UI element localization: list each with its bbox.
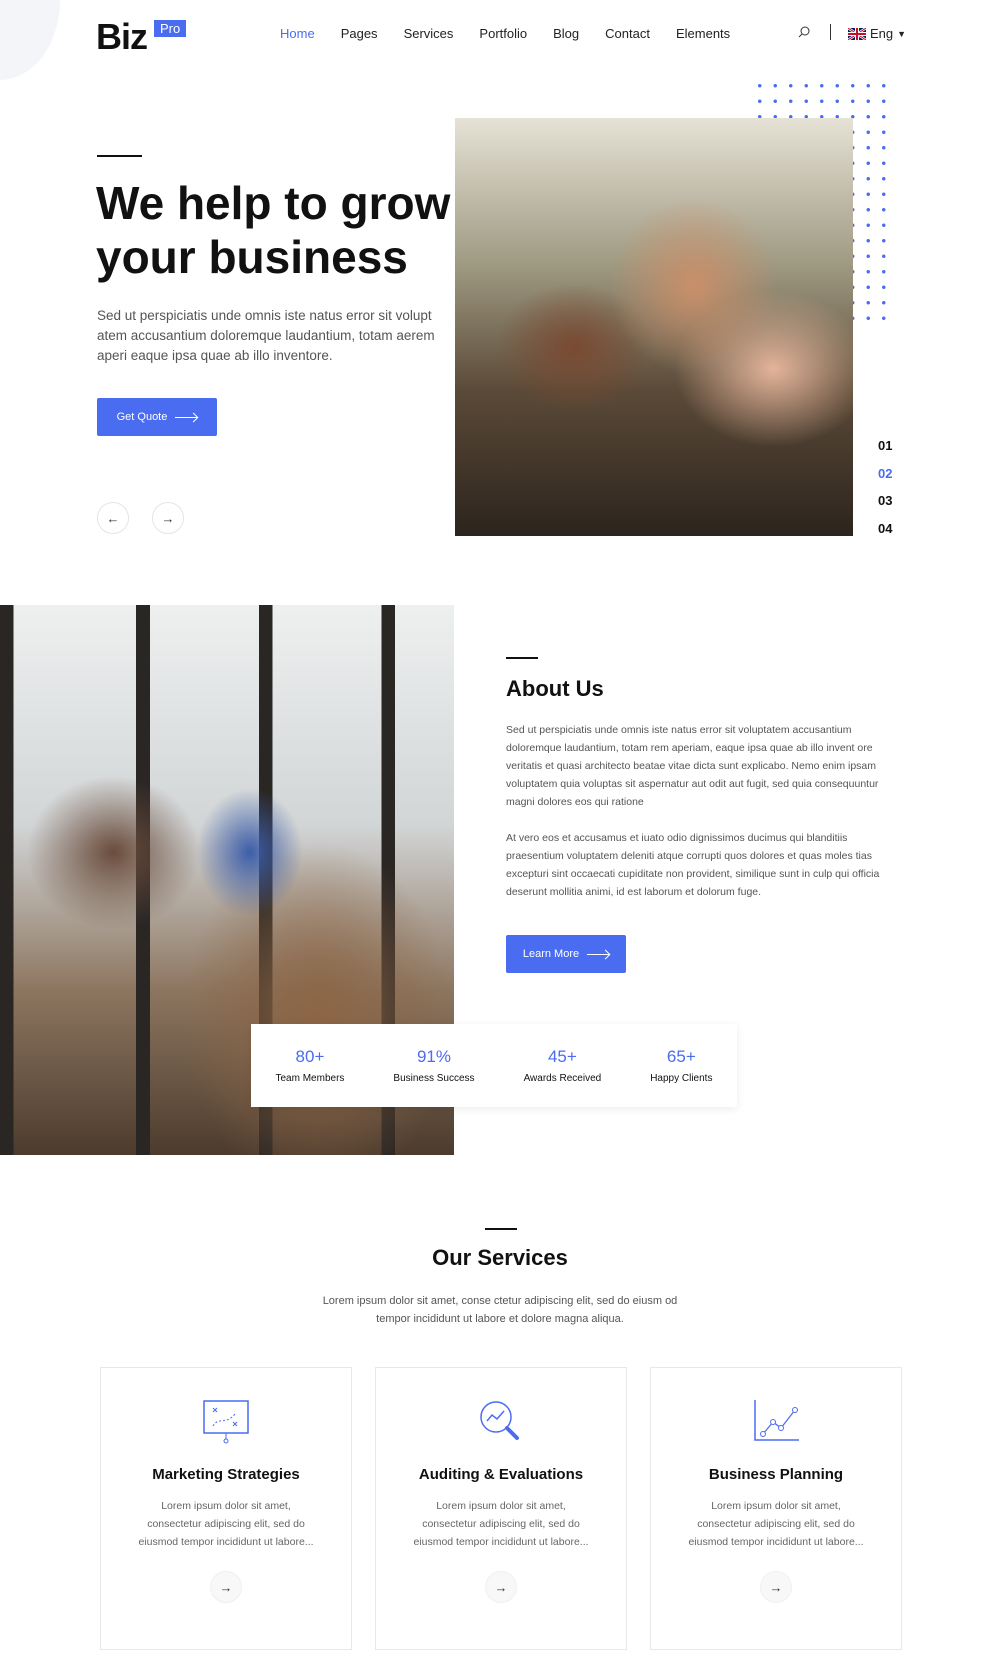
get-quote-button[interactable]: Get Quote bbox=[97, 398, 217, 436]
logo[interactable]: Biz bbox=[96, 16, 148, 58]
search-icon[interactable] bbox=[798, 26, 810, 38]
service-more-button[interactable]: → bbox=[760, 1571, 792, 1603]
service-title: Business Planning bbox=[708, 1466, 844, 1483]
nav-services[interactable]: Services bbox=[404, 26, 454, 41]
hero-text: Sed ut perspiciatis unde omnis iste natu… bbox=[97, 308, 435, 363]
nav-elements[interactable]: Elements bbox=[676, 26, 730, 41]
about-title: About Us bbox=[506, 676, 604, 701]
stat-label: Awards Received bbox=[523, 1073, 602, 1084]
button-label: Get Quote bbox=[116, 411, 168, 423]
divider bbox=[830, 24, 831, 40]
nav-pages[interactable]: Pages bbox=[341, 26, 378, 41]
prev-slide-button[interactable]: ← bbox=[97, 502, 129, 534]
stat-value: 91% bbox=[416, 1047, 451, 1066]
stat-item: 91% Business Success bbox=[393, 1047, 474, 1084]
pro-badge: Pro bbox=[154, 20, 187, 37]
nav-home[interactable]: Home bbox=[280, 26, 315, 41]
stat-label: Happy Clients bbox=[650, 1073, 713, 1084]
language-label: Eng bbox=[870, 26, 894, 41]
arrow-right-icon: → bbox=[161, 510, 175, 526]
service-title: Marketing Strategies bbox=[152, 1466, 300, 1483]
services-accent-line bbox=[485, 1228, 517, 1230]
hero-image bbox=[455, 118, 853, 536]
stat-item: 45+ Awards Received bbox=[524, 1047, 602, 1084]
language-selector[interactable]: Eng ▼ bbox=[848, 26, 906, 41]
uk-flag-icon bbox=[848, 27, 866, 40]
arrow-right-icon: → bbox=[769, 1579, 783, 1595]
service-card: Auditing & Evaluations Lorem ipsum dolor… bbox=[375, 1367, 627, 1650]
slide-04[interactable]: 04 bbox=[878, 521, 892, 536]
nav-portfolio[interactable]: Portfolio bbox=[479, 26, 527, 41]
service-text: Lorem ipsum dolor sit amet, consectetur … bbox=[413, 1500, 589, 1548]
service-card: Business Planning Lorem ipsum dolor sit … bbox=[650, 1367, 902, 1650]
service-text: Lorem ipsum dolor sit amet, consectetur … bbox=[688, 1500, 864, 1548]
main-nav: Home Pages Services Portfolio Blog Conta… bbox=[280, 26, 730, 41]
service-more-button[interactable]: → bbox=[485, 1571, 517, 1603]
stats-bar: 80+ Team Members 91% Business Success 45+ A… bbox=[251, 1024, 737, 1107]
stat-value: 65+ bbox=[666, 1047, 696, 1066]
slide-01[interactable]: 01 bbox=[878, 438, 892, 453]
arrow-right-icon: → bbox=[494, 1579, 508, 1595]
stat-value: 45+ bbox=[547, 1047, 577, 1066]
stat-item: 80+ Team Members bbox=[276, 1047, 345, 1084]
arrow-left-icon: ← bbox=[106, 510, 120, 526]
button-label: Learn More bbox=[522, 948, 580, 960]
service-title: Auditing & Evaluations bbox=[418, 1466, 584, 1483]
services-subtitle-text: Lorem ipsum dolor sit amet, conse ctetur… bbox=[322, 1295, 678, 1325]
service-more-button[interactable]: → bbox=[210, 1571, 242, 1603]
slide-03[interactable]: 03 bbox=[878, 493, 892, 508]
about-paragraph-2: At vero eos et accusamus et iuato odio d… bbox=[506, 832, 880, 898]
nav-contact[interactable]: Contact bbox=[605, 26, 650, 41]
services-subtitle: Lorem ipsum dolor sit amet, conse ctetur… bbox=[0, 1292, 1000, 1328]
stat-item: 65+ Happy Clients bbox=[650, 1047, 712, 1084]
decorative-circle bbox=[0, 0, 60, 80]
arrow-right-icon: → bbox=[219, 1579, 233, 1595]
slide-02[interactable]: 02 bbox=[878, 466, 892, 481]
service-card: Marketing Strategies Lorem ipsum dolor s… bbox=[100, 1367, 352, 1650]
magnifier-chart-icon bbox=[480, 1401, 519, 1440]
caret-down-icon: ▼ bbox=[897, 28, 907, 39]
strategy-board-icon bbox=[203, 1400, 249, 1444]
arrow-right-icon bbox=[175, 416, 198, 418]
stat-label: Business Success bbox=[393, 1073, 475, 1084]
next-slide-button[interactable]: → bbox=[152, 502, 184, 534]
stat-label: Team Members bbox=[275, 1073, 345, 1084]
service-text: Lorem ipsum dolor sit amet, consectetur … bbox=[138, 1500, 314, 1548]
hero-title: We help to grow your business bbox=[96, 177, 451, 283]
arrow-right-icon bbox=[587, 953, 610, 955]
line-chart-icon bbox=[754, 1400, 799, 1441]
about-paragraph-1: Sed ut perspiciatis unde omnis iste natu… bbox=[506, 724, 879, 808]
learn-more-button[interactable]: Learn More bbox=[506, 935, 626, 973]
services-title: Our Services bbox=[432, 1245, 568, 1270]
stat-value: 80+ bbox=[295, 1047, 325, 1066]
about-accent-line bbox=[506, 657, 538, 659]
hero-accent-line bbox=[97, 155, 142, 157]
nav-blog[interactable]: Blog bbox=[553, 26, 579, 41]
